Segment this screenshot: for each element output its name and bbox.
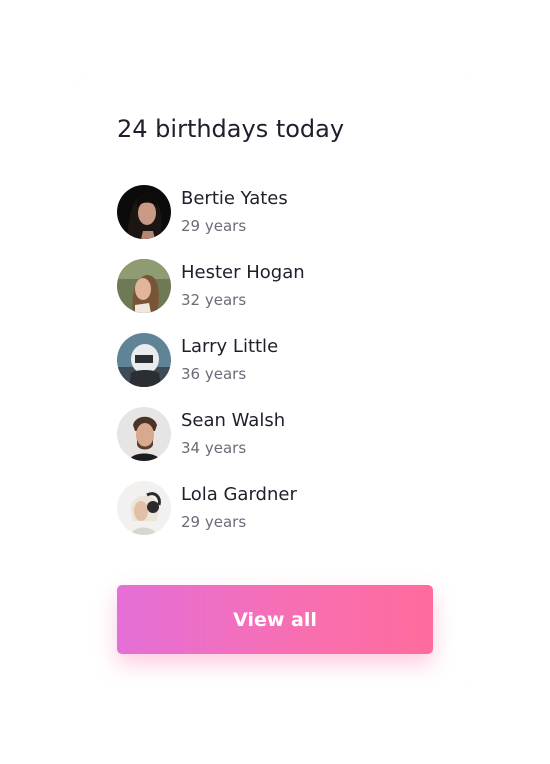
person-age: 34 years: [181, 439, 247, 457]
card-title: 24 birthdays today: [117, 115, 345, 143]
person-age: 32 years: [181, 291, 247, 309]
list-item[interactable]: Bertie Yates 29 years: [117, 185, 433, 239]
person-avatar-icon: [117, 259, 171, 313]
avatar[interactable]: [117, 259, 171, 313]
person-name: Hester Hogan: [181, 262, 305, 283]
avatar[interactable]: [117, 185, 171, 239]
list-item[interactable]: Hester Hogan 32 years: [117, 259, 433, 313]
list-item[interactable]: Larry Little 36 years: [117, 333, 433, 387]
birthday-list: Bertie Yates 29 years Hester Hogan 32 ye…: [117, 185, 433, 555]
person-name: Bertie Yates: [181, 188, 288, 209]
person-name: Lola Gardner: [181, 484, 297, 505]
person-name: Larry Little: [181, 336, 279, 357]
avatar[interactable]: [117, 407, 171, 461]
avatar[interactable]: [117, 333, 171, 387]
person-avatar-icon: [117, 481, 171, 535]
person-age: 29 years: [181, 217, 247, 235]
list-item[interactable]: Lola Gardner 29 years: [117, 481, 433, 535]
list-item[interactable]: Sean Walsh 34 years: [117, 407, 433, 461]
person-name: Sean Walsh: [181, 410, 286, 431]
avatar[interactable]: [117, 481, 171, 535]
person-avatar-icon: [117, 407, 171, 461]
person-avatar-icon: [117, 333, 171, 387]
person-age: 36 years: [181, 365, 247, 383]
view-all-button[interactable]: View all: [117, 585, 433, 654]
birthdays-card: 24 birthdays today Bertie Yates 29 years: [77, 72, 473, 690]
person-age: 29 years: [181, 513, 247, 531]
person-avatar-icon: [117, 185, 171, 239]
